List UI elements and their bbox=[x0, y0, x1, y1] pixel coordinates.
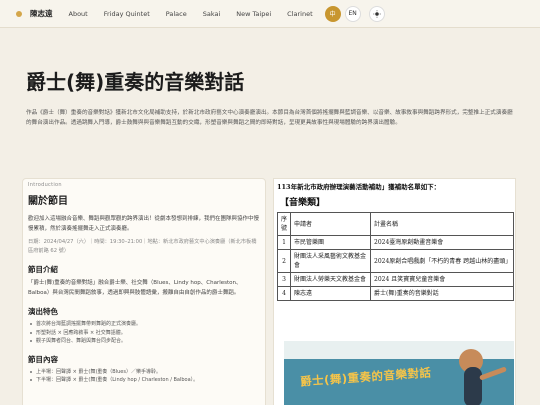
table-row: 4 陳志遠 爵士(舞)重奏的音樂對話 bbox=[276, 286, 514, 301]
dancer-body-shape bbox=[464, 367, 482, 405]
table-cell: 2024臺灣原創動畫音樂會 bbox=[370, 235, 514, 250]
table-header-row: 序號 申請者 計畫名稱 bbox=[276, 212, 514, 236]
list-item: 觀子與舞者同台、舞蹈與舞台同步配合。 bbox=[28, 337, 260, 346]
brand[interactable]: 陳志遠 bbox=[16, 8, 53, 19]
event-meta: 日期：2024/04/27（六）｜時間：19:30–21:00｜地點：新北市政府… bbox=[28, 239, 257, 254]
grant-document: 113年新北市政府辦理演藝活動補助」獲補助名單如下： 【音樂類】 序號 申請者 … bbox=[273, 178, 516, 405]
table-cell: 財團法人勞樂天文教基金會 bbox=[290, 272, 372, 287]
section-title-features: 演出特色 bbox=[28, 307, 58, 317]
table-cell: 2024 且笑寶寶兒童音樂會 bbox=[370, 272, 514, 287]
table-row: 3 財團法人勞樂天文教基金會 2024 且笑寶寶兒童音樂會 bbox=[276, 272, 514, 287]
nav-link-friday-quintet[interactable]: Friday Quintet bbox=[104, 10, 150, 18]
document-category: 【音樂類】 bbox=[280, 198, 326, 208]
table-cell: 爵士(舞)重奏的音樂對話 bbox=[370, 286, 514, 301]
event-poster-image: 爵士(舞)重奏的音樂對話 bbox=[284, 341, 514, 405]
table-cell: 4 bbox=[276, 286, 292, 301]
card-title: 關於節目 bbox=[28, 196, 68, 207]
grant-table: 序號 申請者 計畫名稱 1 市民管樂團 2024臺灣原創動畫音樂會 2 財團法人… bbox=[276, 212, 514, 301]
theme-toggle-button[interactable] bbox=[368, 5, 385, 22]
list-item: 上半場：回聲譚 × 爵士(舞)重奏（Blues）／樂手導聆。 bbox=[28, 368, 260, 377]
card-body: 歡迎加入這場融合音樂、舞蹈與觀眾觀的跨界演出！從劇本發想到排練，我們在團隊與協作… bbox=[28, 216, 260, 232]
table-header: 計畫名稱 bbox=[370, 212, 514, 236]
table-cell: 2 bbox=[276, 249, 292, 273]
list-item: 形塑對話 × 回應跨敘事 × 社交舞語體。 bbox=[28, 329, 260, 338]
table-row: 2 財團法人采風藝術文教基金會 2024原創合唱戲劇「不朽的青春 跨越山林的盡頭… bbox=[276, 249, 514, 273]
program-list: 上半場：回聲譚 × 爵士(舞)重奏（Blues）／樂手導聆。 下半場：回聲譚 ×… bbox=[28, 368, 260, 385]
section-text-intro: 「爵士(舞)重奏的音樂對話」融合爵士樂、社交舞（Blues、Lindy hop、… bbox=[28, 280, 242, 296]
nav-tools: 中 EN bbox=[324, 5, 385, 22]
program-card: Introduction 關於節目 歡迎加入這場融合音樂、舞蹈與觀眾觀的跨界演出… bbox=[22, 178, 266, 405]
table-row: 1 市民管樂團 2024臺灣原創動畫音樂會 bbox=[276, 235, 514, 250]
nav-link-palace[interactable]: Palace bbox=[166, 10, 187, 18]
nav-link-new-taipei[interactable]: New Taipei bbox=[236, 10, 271, 18]
table-header: 申請者 bbox=[290, 212, 372, 236]
nav-link-about[interactable]: About bbox=[69, 10, 88, 18]
table-cell: 陳志遠 bbox=[290, 286, 372, 301]
table-cell: 1 bbox=[276, 235, 292, 250]
section-title-program: 節目內容 bbox=[28, 354, 58, 364]
table-cell: 財團法人采風藝術文教基金會 bbox=[290, 249, 372, 273]
table-cell: 市民管樂團 bbox=[290, 235, 372, 250]
lang-zh-button[interactable]: 中 bbox=[324, 5, 341, 22]
section-title-intro: 節目介紹 bbox=[28, 265, 58, 274]
document-heading: 113年新北市政府辦理演藝活動補助」獲補助名單如下： bbox=[277, 183, 441, 191]
table-cell: 2024原創合唱戲劇「不朽的青春 跨越山林的盡頭」 bbox=[370, 249, 514, 273]
page-title: 爵士(舞)重奏的音樂對話 bbox=[26, 70, 245, 94]
brand-logo-icon bbox=[16, 10, 22, 17]
nav-link-clarinet[interactable]: Clarinet bbox=[287, 10, 312, 18]
nav-link-sakai[interactable]: Sakai bbox=[203, 10, 221, 18]
card-eyebrow: Introduction bbox=[28, 182, 62, 188]
top-nav: 陳志遠 About Friday Quintet Palace Sakai Ne… bbox=[0, 0, 540, 28]
table-header: 序號 bbox=[276, 212, 292, 236]
lang-en-button[interactable]: EN bbox=[344, 5, 361, 22]
list-item: 下半場：回聲譚 × 爵士(舞)重奏（Lindy hop / Charleston… bbox=[28, 376, 260, 385]
page-intro: 作品《爵士（舞）重奏的音樂對話》獲新北市文化局補助支持，於新北市政府藝文中心演奏… bbox=[26, 110, 513, 127]
list-item: 首次將台灣藍調搖擺舞帶到舞蹈的正式演奏廳。 bbox=[28, 320, 260, 329]
nav-links: About Friday Quintet Palace Sakai New Ta… bbox=[69, 10, 329, 18]
sun-icon bbox=[372, 9, 381, 18]
features-list: 首次將台灣藍調搖擺舞帶到舞蹈的正式演奏廳。 形塑對話 × 回應跨敘事 × 社交舞… bbox=[28, 320, 260, 346]
brand-name: 陳志遠 bbox=[30, 9, 53, 18]
table-cell: 3 bbox=[276, 272, 292, 287]
